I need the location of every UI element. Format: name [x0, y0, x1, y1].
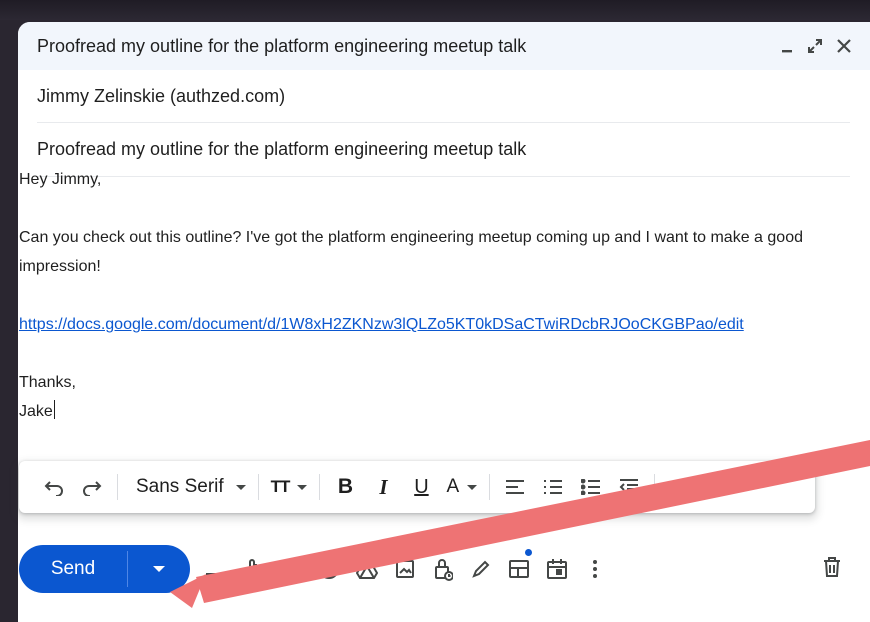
- chevron-down-icon: [235, 484, 246, 490]
- expand-icon[interactable]: [806, 37, 824, 55]
- signoff-line: Thanks,: [19, 374, 76, 391]
- compose-titlebar[interactable]: Proofread my outline for the platform en…: [18, 22, 870, 70]
- text-color-icon: A: [446, 476, 460, 497]
- body-paragraph: Can you check out this outline? I've got…: [19, 229, 803, 275]
- text-color-button[interactable]: A: [446, 469, 478, 505]
- message-body[interactable]: Hey Jimmy, Can you check out this outlin…: [19, 165, 831, 426]
- schedule-icon[interactable]: [542, 553, 572, 585]
- desktop-backdrop: [0, 0, 870, 20]
- signature-icon[interactable]: [466, 553, 496, 585]
- minimize-icon[interactable]: [780, 36, 794, 56]
- toolbar-divider: [117, 474, 118, 500]
- undo-icon[interactable]: [41, 469, 67, 505]
- underline-button[interactable]: U: [408, 469, 434, 505]
- close-icon[interactable]: [836, 38, 852, 54]
- emoji-icon[interactable]: [314, 553, 344, 585]
- more-formatting-button[interactable]: [667, 469, 693, 505]
- redo-icon[interactable]: [79, 469, 105, 505]
- recipient-chip[interactable]: Jimmy Zelinskie (authzed.com): [37, 86, 285, 107]
- font-family-value: Sans Serif: [136, 476, 224, 497]
- subject-text: Proofread my outline for the platform en…: [37, 139, 527, 159]
- format-icon[interactable]: [200, 553, 230, 585]
- new-feature-dot: [525, 549, 532, 556]
- trash-icon[interactable]: [822, 556, 842, 583]
- chevron-down-icon: [675, 484, 686, 490]
- send-button-group: Send: [19, 545, 190, 593]
- bulleted-list-icon[interactable]: [578, 469, 604, 505]
- font-family-select[interactable]: Sans Serif: [130, 469, 246, 505]
- chevron-down-icon: [467, 484, 478, 490]
- more-options-icon[interactable]: [580, 553, 610, 585]
- recipients-field[interactable]: Jimmy Zelinskie (authzed.com): [37, 70, 850, 123]
- link-icon[interactable]: [276, 553, 306, 585]
- chevron-down-icon: [297, 484, 308, 490]
- text-size-icon: TT: [270, 477, 291, 496]
- document-link[interactable]: https://docs.google.com/document/d/1W8xH…: [19, 316, 744, 333]
- photo-icon[interactable]: [390, 553, 420, 585]
- compose-bottom-toolbar: [200, 549, 618, 585]
- toolbar-divider: [257, 474, 259, 500]
- numbered-list-icon[interactable]: [540, 469, 566, 505]
- toolbar-divider: [654, 474, 656, 500]
- font-size-select[interactable]: TT: [271, 469, 308, 505]
- send-button[interactable]: Send: [19, 545, 127, 593]
- chevron-down-icon: [153, 566, 165, 572]
- confidential-icon[interactable]: [428, 553, 458, 585]
- signature-name: Jake: [19, 403, 53, 420]
- attach-icon[interactable]: [238, 553, 268, 585]
- template-icon[interactable]: [504, 549, 534, 585]
- formatting-toolbar: Sans Serif TT B I U A: [19, 461, 815, 513]
- text-cursor: [53, 400, 55, 419]
- bold-button[interactable]: B: [332, 469, 358, 505]
- italic-button[interactable]: I: [370, 469, 396, 505]
- compose-title: Proofread my outline for the platform en…: [37, 35, 527, 56]
- toolbar-divider: [319, 474, 321, 500]
- toolbar-divider: [489, 474, 491, 500]
- align-icon[interactable]: [502, 469, 528, 505]
- drive-icon[interactable]: [352, 553, 382, 585]
- indent-less-icon[interactable]: [616, 469, 642, 505]
- send-options-button[interactable]: [128, 545, 190, 593]
- greeting-line: Hey Jimmy,: [19, 171, 102, 188]
